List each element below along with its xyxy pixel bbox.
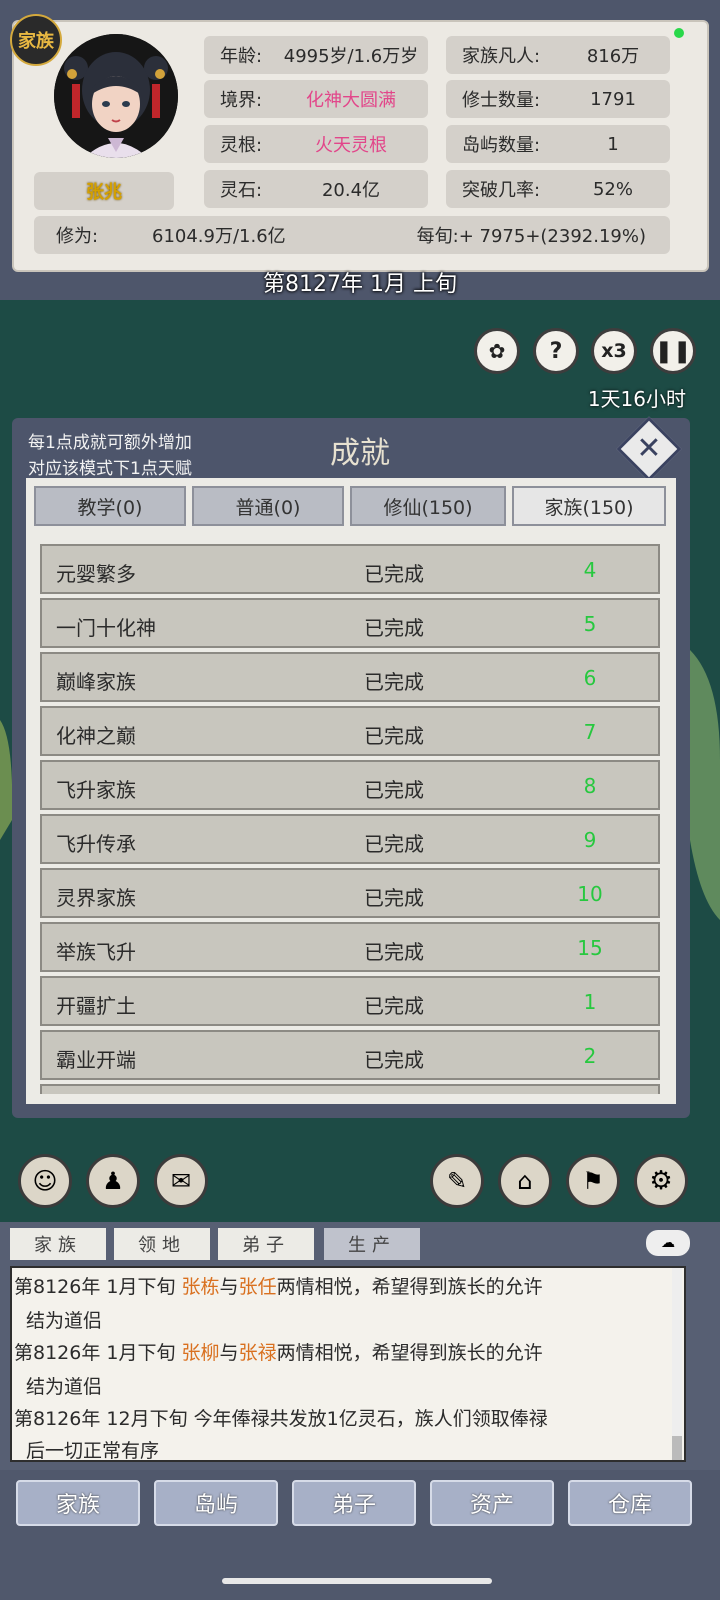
log-scrollbar[interactable] xyxy=(672,1268,682,1460)
nav-disciples[interactable]: 弟子 xyxy=(292,1480,416,1526)
nav-assets[interactable]: 资产 xyxy=(430,1480,554,1526)
log-entry: 第8126年 1月下旬 张柳与张禄两情相悦，希望得到族长的允许 xyxy=(14,1342,543,1364)
stat-spirit-root: 灵根: 火天灵根 xyxy=(204,125,428,163)
help-icon: ? xyxy=(549,338,563,364)
stat-realm: 境界: 化神大圆满 xyxy=(204,80,428,118)
scroll-icon[interactable]: ✉ xyxy=(154,1154,208,1208)
achievement-row: 霸业开端 已完成 2 xyxy=(40,1030,660,1080)
dialog-note-1: 每1点成就可额外增加 xyxy=(28,433,192,453)
achievement-row: 飞升家族 已完成 8 xyxy=(40,760,660,810)
online-indicator xyxy=(674,28,684,38)
stat-islands: 岛屿数量: 1 xyxy=(446,125,670,163)
disciples-icon[interactable]: ☺ xyxy=(18,1154,72,1208)
flag-icon[interactable]: ⚑ xyxy=(566,1154,620,1208)
stat-breakthrough: 突破几率: 52% xyxy=(446,170,670,208)
emblem-icon: ✿ xyxy=(488,339,506,363)
log-entry: 第8126年 12月下旬 今年俸禄共发放1亿灵石，族人们领取俸禄 xyxy=(14,1408,548,1430)
nav-islands[interactable]: 岛屿 xyxy=(154,1480,278,1526)
log-scrollbar-thumb[interactable] xyxy=(672,1436,682,1460)
achievement-row: 开疆扩土 已完成 1 xyxy=(40,976,660,1026)
stat-spirit-stone: 灵石: 20.4亿 xyxy=(204,170,428,208)
time-remaining: 1天16小时 xyxy=(587,387,686,411)
speed-button[interactable]: x3 xyxy=(591,328,637,374)
log-entry: 第8126年 1月下旬 张栋与张任两情相悦，希望得到族长的允许 xyxy=(14,1276,543,1298)
achievement-row: 举族飞升 已完成 15 xyxy=(40,922,660,972)
achievement-row: 灵界家族 已完成 10 xyxy=(40,868,660,918)
log-entry-cont: 结为道侣 xyxy=(26,1376,103,1398)
log-tab-family[interactable]: 家族 xyxy=(10,1228,106,1260)
cultivation-bar: 修为: 6104.9万/1.6亿 每旬:+ 7975+(2392.19%) xyxy=(34,216,670,254)
achievement-row: 巅峰家族 已完成 6 xyxy=(40,652,660,702)
log-entry-cont: 结为道侣 xyxy=(26,1310,103,1332)
tab-family[interactable]: 家族(150) xyxy=(512,486,666,526)
achievement-row-partial xyxy=(40,1084,660,1094)
nav-warehouse[interactable]: 仓库 xyxy=(568,1480,692,1526)
log-tab-disciples[interactable]: 弟子 xyxy=(218,1228,314,1260)
achievement-row: 化神之巅 已完成 7 xyxy=(40,706,660,756)
pause-button[interactable]: ❚❚ xyxy=(650,328,696,374)
palace-icon[interactable]: ⌂ xyxy=(498,1154,552,1208)
stat-cultivators: 修士数量: 1791 xyxy=(446,80,670,118)
achievement-row: 元婴繁多 已完成 4 xyxy=(40,544,660,594)
close-icon: ✕ xyxy=(636,431,662,466)
stat-mortals: 家族凡人: 816万 xyxy=(446,36,670,74)
settings-gear-icon[interactable]: ⚙ xyxy=(634,1154,688,1208)
log-tab-territory[interactable]: 领地 xyxy=(114,1228,210,1260)
home-indicator[interactable] xyxy=(222,1578,492,1584)
log-entry-cont: 后一切正常有序 xyxy=(26,1440,160,1462)
dialog-note-2: 对应该模式下1点天赋 xyxy=(28,459,192,479)
clan-badge[interactable]: 家族 xyxy=(10,14,62,66)
help-button[interactable]: ? xyxy=(533,328,579,374)
character-icon[interactable]: ♟ xyxy=(86,1154,140,1208)
nav-family[interactable]: 家族 xyxy=(16,1480,140,1526)
achievement-row: 一门十化神 已完成 5 xyxy=(40,598,660,648)
sect-emblem-button[interactable]: ✿ xyxy=(474,328,520,374)
log-tab-production[interactable]: 生产 xyxy=(324,1228,420,1260)
stat-age: 年龄: 4995岁/1.6万岁 xyxy=(204,36,428,74)
pause-icon: ❚❚ xyxy=(654,338,692,364)
cloud-icon[interactable]: ☁ xyxy=(646,1230,690,1256)
talisman-icon[interactable]: ✎ xyxy=(430,1154,484,1208)
tab-cultivation[interactable]: 修仙(150) xyxy=(350,486,506,526)
avatar[interactable] xyxy=(54,34,178,158)
speed-label: x3 xyxy=(601,340,627,362)
leader-name: 张兆 xyxy=(34,172,174,210)
tab-normal[interactable]: 普通(0) xyxy=(192,486,344,526)
dialog-title: 成就 xyxy=(330,436,390,471)
tab-teaching[interactable]: 教学(0) xyxy=(34,486,186,526)
achievement-row: 飞升传承 已完成 9 xyxy=(40,814,660,864)
game-date: 第8127年 1月 上旬 xyxy=(263,272,457,297)
